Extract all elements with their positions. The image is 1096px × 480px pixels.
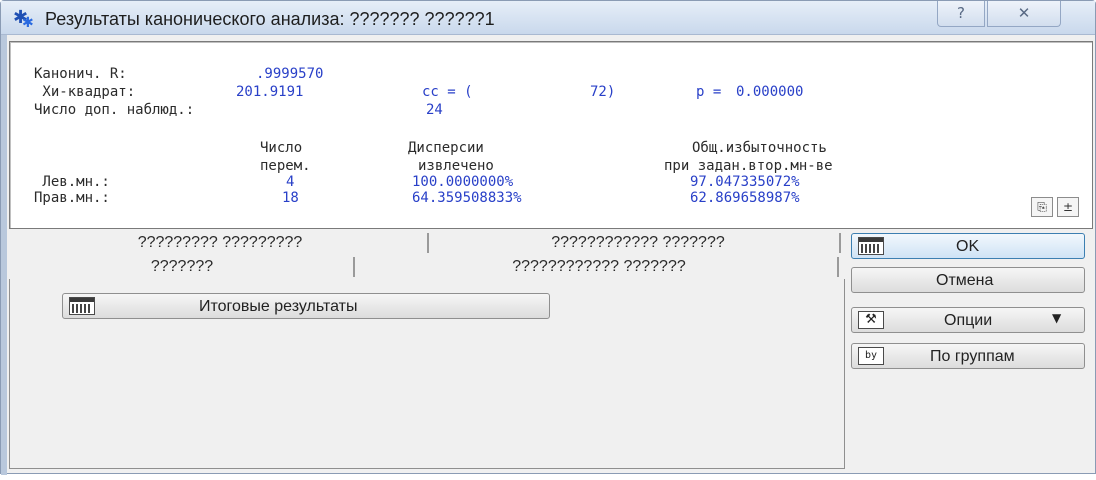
window-left-edge (1, 35, 7, 475)
chevron-down-icon: ▼ (1052, 311, 1062, 325)
col-variance-header-2: извлечено (418, 158, 494, 174)
col-variance-header-1: Дисперсии (408, 140, 484, 156)
tab-divider (839, 233, 841, 253)
copy-button[interactable]: ⎘ (1031, 197, 1053, 217)
options-label: Опции (944, 312, 993, 329)
obs-count-value: 24 (426, 102, 443, 118)
window-title: Результаты канонического анализа: ??????… (45, 9, 495, 29)
options-icon: ⚒ (858, 311, 884, 329)
col-redundancy-header-2: при задан.втор.мн-ве (664, 158, 833, 174)
p-label: p = (696, 84, 722, 100)
title-bar[interactable]: ✱ ✱ Результаты канонического анализа: ???… (1, 1, 1095, 35)
help-button[interactable]: ? (937, 1, 985, 27)
summary-results-label: Итоговые результаты (199, 298, 358, 315)
chi-square-value: 201.9191 (236, 84, 304, 100)
action-buttons: OK Отмена ⚒ Опции ▼ by По группам (851, 233, 1091, 473)
left-set-num-vars: 4 (286, 174, 295, 190)
by-groups-icon: by (858, 347, 884, 365)
calculator-icon (69, 297, 95, 315)
right-set-redundancy: 62.869658987% (690, 190, 800, 206)
summary-results-button[interactable]: Итоговые результаты (62, 293, 550, 319)
canonical-r-value: .9999570 (256, 66, 324, 82)
tab-divider (837, 257, 839, 277)
by-groups-label: По группам (930, 348, 1015, 365)
df-value: 72) (590, 84, 616, 100)
statistica-app-icon: ✱ ✱ (13, 7, 34, 31)
tab-divider (427, 233, 429, 253)
right-set-label: Прав.мн.: (34, 190, 110, 206)
left-set-label: Лев.мн.: (34, 174, 110, 190)
cancel-label: Отмена (936, 272, 994, 289)
expand-button[interactable]: ± (1057, 197, 1079, 217)
by-groups-button[interactable]: by По группам (851, 343, 1085, 369)
left-set-redundancy: 97.047335072% (690, 174, 800, 190)
tab-area: ????????? ????????? ???????????? ???????… (9, 231, 845, 471)
right-set-num-vars: 18 (282, 190, 299, 206)
ok-button[interactable]: OK (851, 233, 1085, 259)
calculator-icon (858, 237, 884, 255)
col-num-vars-header-1: Число (260, 140, 303, 156)
options-button[interactable]: ⚒ Опции ▼ (851, 307, 1085, 333)
canonical-r-label: Канонич. R: (34, 66, 127, 82)
obs-count-label: Число доп. наблюд.: (34, 102, 195, 118)
left-set-variance: 100.0000000% (412, 174, 514, 190)
tab-panel: Итоговые результаты (9, 279, 845, 469)
col-redundancy-header-1: Общ.избыточность (692, 140, 827, 156)
chi-square-label: Хи-квадрат: (34, 84, 136, 100)
tab-row2-second[interactable]: ???????????? ??????? (359, 255, 839, 279)
cancel-button[interactable]: Отмена (851, 267, 1085, 293)
results-text-panel: Канонич. R: .9999570 Хи-квадрат: 201.919… (9, 41, 1093, 229)
right-set-variance: 64.359508833% (412, 190, 522, 206)
p-value: 0.000000 (736, 84, 804, 100)
canonical-analysis-window: ✱ ✱ Результаты канонического анализа: ???… (0, 0, 1096, 475)
close-button[interactable]: ✕ (987, 1, 1061, 27)
tab-row1-first[interactable]: ????????? ????????? (9, 231, 431, 255)
tab-divider (353, 257, 355, 277)
tab-row1-second[interactable]: ???????????? ??????? (433, 231, 843, 255)
df-label: cc = ( (422, 84, 473, 100)
col-num-vars-header-2: перем. (260, 158, 311, 174)
tab-row2-first[interactable]: ??????? (9, 255, 355, 279)
ok-label: OK (956, 238, 980, 255)
